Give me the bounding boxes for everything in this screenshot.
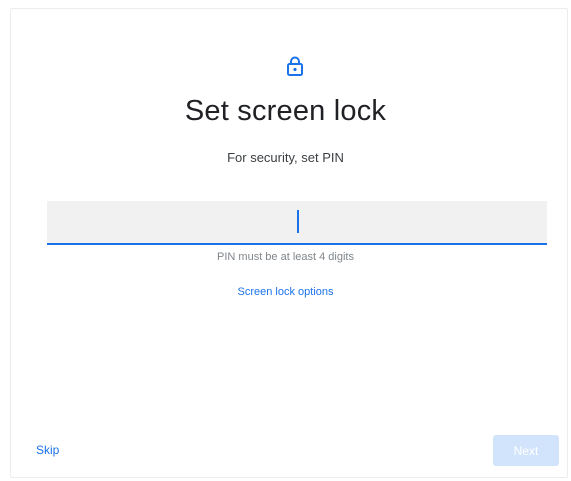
skip-button[interactable]: Skip — [36, 443, 59, 457]
screen-lock-options-link[interactable]: Screen lock options — [0, 286, 571, 298]
page-title: Set screen lock — [184, 95, 387, 127]
lock-icon — [284, 55, 306, 77]
pin-hint: PIN must be at least 4 digits — [217, 251, 354, 263]
text-cursor — [297, 210, 299, 233]
next-button[interactable]: Next — [493, 435, 559, 466]
page-subtitle: For security, set PIN — [227, 150, 344, 165]
pin-input[interactable] — [47, 201, 547, 245]
